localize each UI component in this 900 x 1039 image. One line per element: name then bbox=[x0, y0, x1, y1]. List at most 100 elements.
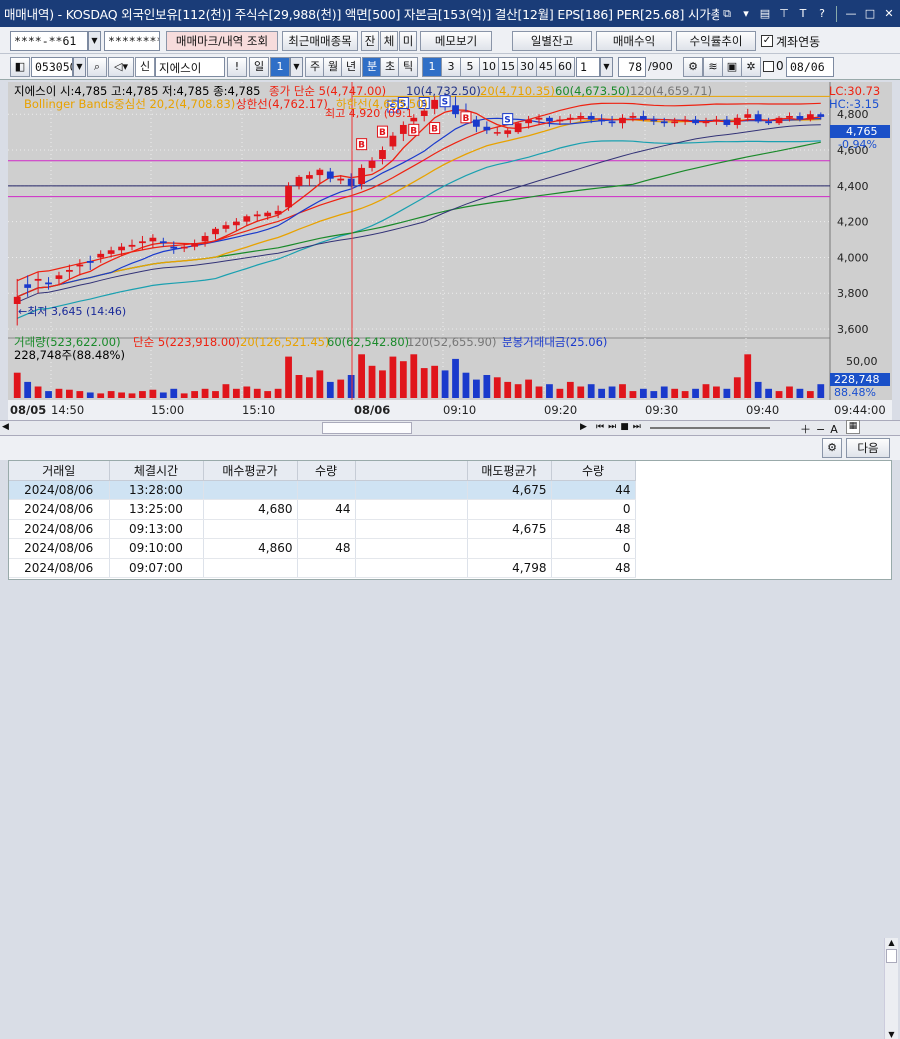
second-button[interactable]: 초 bbox=[380, 57, 400, 77]
candle-body bbox=[765, 121, 772, 124]
volume-bar bbox=[379, 370, 386, 398]
playback-controls[interactable]: ⏮⏭■⏭ bbox=[596, 422, 645, 432]
return-trend-button[interactable]: 수익률추이 bbox=[676, 31, 756, 51]
stock-chart[interactable]: BBS SBSBSB S 지에스이 시:4,785 고:4,785 저:4,785 … bbox=[0, 80, 900, 420]
time-label-1: 14:50 bbox=[51, 403, 84, 417]
yearly-button[interactable]: 년 bbox=[341, 57, 361, 77]
candle-body bbox=[399, 124, 407, 134]
interval-10-button[interactable]: 10 bbox=[479, 57, 499, 77]
grid-vertical-scrollbar[interactable]: ▲ ▼ bbox=[884, 938, 898, 1039]
bar-count-input[interactable]: 78 bbox=[618, 57, 646, 77]
balance-button[interactable]: 잔 bbox=[361, 31, 379, 51]
date-checkbox[interactable] bbox=[763, 61, 774, 72]
ma60-label: 60(4,673.50) bbox=[555, 84, 630, 98]
interval-dropdown-icon[interactable]: ▼ bbox=[600, 57, 613, 77]
monthly-button[interactable]: 월 bbox=[323, 57, 343, 77]
table-icon[interactable]: ▦ bbox=[846, 420, 860, 434]
interval-60-button[interactable]: 60 bbox=[555, 57, 575, 77]
daily-num-select[interactable]: 1 bbox=[270, 57, 290, 77]
scroll-thumb[interactable] bbox=[322, 422, 412, 434]
interval-select[interactable]: 1 bbox=[576, 57, 600, 77]
compare-icon[interactable]: ≋ bbox=[703, 57, 723, 77]
indicator-icon[interactable]: ⚙ bbox=[683, 57, 703, 77]
interval-45-button[interactable]: 45 bbox=[536, 57, 556, 77]
stock-code-input[interactable]: 053050 bbox=[31, 57, 73, 77]
volume-bar bbox=[201, 388, 209, 398]
minimize-icon[interactable]: — bbox=[843, 6, 859, 22]
zoom-slider[interactable] bbox=[650, 427, 770, 429]
interval-3-button[interactable]: 3 bbox=[441, 57, 461, 77]
table-row[interactable]: 2024/08/06 09:10:00 4,860 48 0 bbox=[9, 538, 636, 559]
pin-icon[interactable]: ⊤ bbox=[776, 6, 792, 22]
candle-body bbox=[13, 296, 21, 304]
zoom-buttons[interactable]: ＋−A bbox=[800, 421, 843, 437]
volume-bar bbox=[389, 356, 397, 398]
alert-button[interactable]: ! bbox=[227, 57, 247, 77]
table-row[interactable]: 2024/08/06 13:25:00 4,680 44 0 bbox=[9, 499, 636, 520]
dropdown-icon[interactable]: ▾ bbox=[738, 6, 754, 22]
col-trade-date: 거래일 bbox=[9, 461, 110, 481]
trade-mark-query-button[interactable]: 매매마크/내역 조회 bbox=[166, 31, 278, 51]
layout-icon[interactable]: ◧ bbox=[10, 57, 30, 77]
minute-button[interactable]: 분 bbox=[362, 57, 382, 77]
candle-body bbox=[671, 121, 679, 124]
grid-scroll-thumb[interactable] bbox=[886, 949, 897, 963]
svg-text:S: S bbox=[442, 98, 448, 108]
code-dropdown-icon[interactable]: ▼ bbox=[73, 57, 86, 77]
account-select[interactable]: ****-**61 bbox=[10, 31, 88, 51]
volume-bar bbox=[285, 356, 292, 398]
search-icon[interactable]: ⌕ bbox=[87, 57, 107, 77]
trade-profit-button[interactable]: 매매수익 bbox=[596, 31, 672, 51]
fill-button[interactable]: 체 bbox=[380, 31, 398, 51]
interval-5-button[interactable]: 5 bbox=[460, 57, 480, 77]
save-icon[interactable]: ▣ bbox=[722, 57, 742, 77]
current-pct-label: -0.94% bbox=[838, 138, 877, 151]
volume-bar bbox=[180, 393, 188, 398]
date-input[interactable]: 08/06 bbox=[786, 57, 834, 77]
account-link-checkbox[interactable]: ✓ bbox=[761, 35, 773, 47]
scroll-left-icon[interactable]: ◀ bbox=[2, 422, 9, 432]
candle-body bbox=[483, 126, 491, 131]
next-button[interactable]: 다음 bbox=[846, 438, 890, 458]
bar-count-total: /900 bbox=[648, 60, 673, 73]
weekly-button[interactable]: 주 bbox=[305, 57, 325, 77]
link-icon[interactable]: ⧉ bbox=[719, 6, 735, 22]
buy-mark: B bbox=[356, 138, 368, 151]
help-icon[interactable]: ? bbox=[814, 6, 830, 22]
settings-icon[interactable]: ✲ bbox=[741, 57, 761, 77]
maximize-icon[interactable]: □ bbox=[862, 6, 878, 22]
volume-bar bbox=[264, 391, 272, 398]
daily-num-dropdown-icon[interactable]: ▼ bbox=[290, 57, 303, 77]
grid-settings-icon[interactable]: ⚙ bbox=[822, 438, 842, 458]
font-icon[interactable]: T bbox=[795, 6, 811, 22]
table-row[interactable]: 2024/08/06 09:13:00 4,675 48 bbox=[9, 519, 636, 539]
daily-button[interactable]: 일 bbox=[249, 57, 269, 77]
chart-scrollbar[interactable]: ◀ ▶ ⏮⏭■⏭ ＋−A ▦ bbox=[0, 420, 900, 436]
candle-body bbox=[786, 116, 793, 118]
tick-button[interactable]: 틱 bbox=[398, 57, 418, 77]
close-icon[interactable]: ✕ bbox=[881, 6, 897, 22]
unfilled-button[interactable]: 미 bbox=[399, 31, 417, 51]
volume-axis-top: 50,00 bbox=[846, 355, 878, 368]
volume-bar bbox=[295, 375, 303, 398]
interval-15-button[interactable]: 15 bbox=[498, 57, 518, 77]
ma10-label: 10(4,732.50) bbox=[406, 84, 481, 98]
password-field[interactable]: ******** bbox=[104, 31, 160, 51]
volume-bar bbox=[34, 386, 42, 398]
recent-trade-button[interactable]: 최근매매종목 bbox=[282, 31, 358, 51]
volume-bar bbox=[222, 384, 230, 398]
account-dropdown-icon[interactable]: ▼ bbox=[88, 31, 101, 51]
bookmark-icon[interactable]: ▤ bbox=[757, 6, 773, 22]
table-row[interactable]: 2024/08/06 13:28:00 4,675 44 bbox=[9, 480, 636, 500]
scroll-right-icon[interactable]: ▶ bbox=[580, 422, 587, 432]
chart-toolbar: ◧ 053050 ▼ ⌕ ◁▾ 신 지에스이 ! 일 1 ▼ 주 월 년 분 초… bbox=[0, 54, 900, 80]
daily-balance-button[interactable]: 일별잔고 bbox=[512, 31, 592, 51]
volume-bar bbox=[556, 388, 564, 398]
sound-icon[interactable]: ◁▾ bbox=[108, 57, 134, 77]
memo-button[interactable]: 메모보기 bbox=[420, 31, 492, 51]
current-price-label: 4,765 bbox=[846, 125, 878, 138]
buy-mark: B bbox=[408, 123, 420, 136]
interval-30-button[interactable]: 30 bbox=[517, 57, 537, 77]
table-row[interactable]: 2024/08/06 09:07:00 4,798 48 bbox=[9, 558, 636, 578]
interval-1-button[interactable]: 1 bbox=[422, 57, 442, 77]
